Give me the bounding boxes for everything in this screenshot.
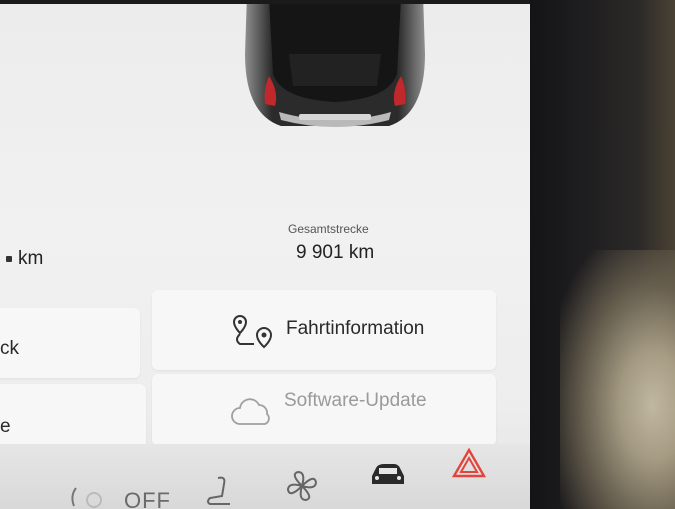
- route-icon: [232, 314, 273, 349]
- hazard-icon[interactable]: [452, 448, 486, 478]
- seat-icon[interactable]: [204, 474, 238, 508]
- left-bottom-tile-label: e: [0, 416, 11, 437]
- total-distance-label: Gesamtstrecke: [288, 222, 369, 236]
- left-bottom-tile[interactable]: e: [0, 384, 146, 448]
- left-top-tile[interactable]: ck: [0, 308, 140, 378]
- trip-info-label: Fahrtinformation: [286, 318, 425, 339]
- left-top-tile-label: ck: [0, 338, 19, 359]
- seat-heater-icon[interactable]: [68, 482, 108, 508]
- cloud-icon: [231, 398, 270, 425]
- software-update-label: Software-Update: [284, 390, 427, 411]
- touchscreen: km Gesamtstrecke 9 901 km ck e Fahrtinfo…: [0, 4, 530, 509]
- trip-info-button[interactable]: Fahrtinformation: [152, 290, 496, 370]
- trip-distance-value: km: [6, 248, 43, 270]
- software-update-button[interactable]: Software-Update: [152, 374, 496, 446]
- bottom-control-bar: OFF: [0, 444, 530, 509]
- car-image: [245, 4, 425, 127]
- dashboard-surface: [560, 250, 675, 509]
- truncated-digit: [6, 255, 12, 262]
- climate-status-label: OFF: [124, 488, 171, 509]
- total-distance-value: 9 901 km: [296, 242, 375, 263]
- trip-distance-unit: km: [18, 248, 44, 269]
- car-icon[interactable]: [368, 460, 408, 488]
- fan-icon[interactable]: [284, 468, 320, 504]
